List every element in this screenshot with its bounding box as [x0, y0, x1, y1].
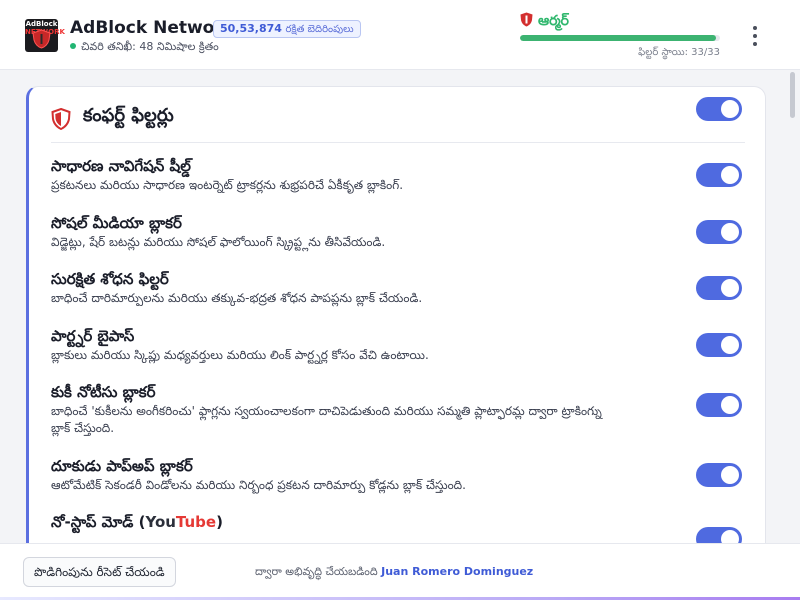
comfort-filters-card: కంఫర్ట్ ఫిల్టర్లు సాధారణ నావిగేషన్ షీల్డ… [26, 86, 766, 556]
filter-name: సాధారణ నావిగేషన్ షీల్డ్ [51, 157, 191, 175]
filter-name: పార్ట్నర్ బైపాస్ [51, 327, 135, 345]
toggle-knob [721, 100, 739, 118]
blocked-count-label: రక్షిత బెదిరింపులు [285, 24, 354, 35]
status-dot-icon [70, 43, 76, 49]
filter-name: సోషల్ మీడియా బ్లాకర్ [51, 214, 182, 232]
author-link[interactable]: Juan Romero Dominguez [381, 565, 533, 578]
app-footer: పొడిగింపును రీసెట్ చేయండి ద్వారా అభివృద్… [0, 543, 800, 600]
app-title: AdBlock Network [70, 18, 235, 38]
filter-toggle[interactable] [696, 393, 742, 417]
filter-name: నో-స్టాప్ మోడ్ (YouTube) [51, 513, 223, 531]
filter-toggle[interactable] [696, 333, 742, 357]
shield-icon [51, 108, 71, 130]
filter-toggle[interactable] [696, 463, 742, 487]
card-title: కంఫర్ట్ ఫిల్టర్లు [83, 105, 174, 126]
scrollbar[interactable] [790, 72, 796, 542]
filter-toggle[interactable] [696, 220, 742, 244]
credit-prefix: ద్వారా అభివృద్ధి చేయబడింది [255, 565, 378, 578]
filter-name: కుకీ నోటీసు బ్లాకర్ [51, 383, 156, 401]
armor-progress-fill [520, 35, 716, 41]
blocked-count: 50,53,874 [220, 22, 282, 35]
filter-description: బాధించే 'కుకీలను అంగీకరించు' ఫ్లాగ్లను స… [51, 404, 602, 435]
armor-label: ఆర్మర్ [538, 13, 569, 29]
blocked-count-badge: 50,53,874 రక్షిత బెదిరింపులు [213, 20, 361, 38]
filter-toggle[interactable] [696, 163, 742, 187]
youtube-tube-text: Tube [175, 513, 217, 531]
filter-description: ప్రకటనలు మరియు సాధారణ ఇంటర్నెట్ ట్రాకర్ల… [51, 178, 404, 192]
app-header: AdBlock NETWORK AdBlock Network 50,53,87… [0, 0, 800, 70]
armor-progress-bar [520, 35, 720, 41]
filter-description: బాధించే దారిమార్పులను మరియు తక్కువ-భద్రత… [51, 291, 423, 305]
card-header: కంఫర్ట్ ఫిల్టర్లు [51, 97, 745, 143]
armor-shield-icon [520, 12, 533, 27]
youtube-you-text: You [145, 513, 176, 531]
filter-toggle[interactable] [696, 276, 742, 300]
filter-name: సురక్షిత శోధన ఫిల్టర్ [51, 270, 169, 288]
filter-description: బ్లాకులు మరియు స్కిప్లు మధ్యవర్తులు మరియ… [51, 348, 429, 362]
filter-description: ఆటోమేటిక్ సెకండరీ విండోలను మరియు నిర్బంధ… [51, 478, 466, 492]
last-check-text: చివరి తనిఖీ: 48 నిమిషాల క్రితం [81, 40, 219, 53]
shield-logo-icon [32, 29, 51, 49]
filter-description: విడ్జెట్లు, షేర్ బటన్లు మరియు సోషల్ ఫాలో… [51, 235, 386, 249]
comfort-filters-master-toggle[interactable] [696, 97, 742, 121]
armor-status: ఆర్మర్ [520, 12, 569, 32]
developer-credit: ద్వారా అభివృద్ధి చేయబడింది Juan Romero D… [255, 565, 533, 581]
last-check-status: చివరి తనిఖీ: 48 నిమిషాల క్రితం [70, 40, 219, 56]
scrollbar-thumb[interactable] [790, 72, 795, 118]
app-logo: AdBlock NETWORK [25, 19, 65, 52]
filter-name: దూకుడు పాప్అప్ బ్లాకర్ [51, 457, 193, 475]
reset-extension-button[interactable]: పొడిగింపును రీసెట్ చేయండి [23, 557, 176, 587]
more-options-icon[interactable] [745, 24, 765, 48]
filter-level: ఫిల్టర్ స్థాయి: 33/33 [638, 47, 720, 58]
logo-text: AdBlock [25, 20, 58, 28]
